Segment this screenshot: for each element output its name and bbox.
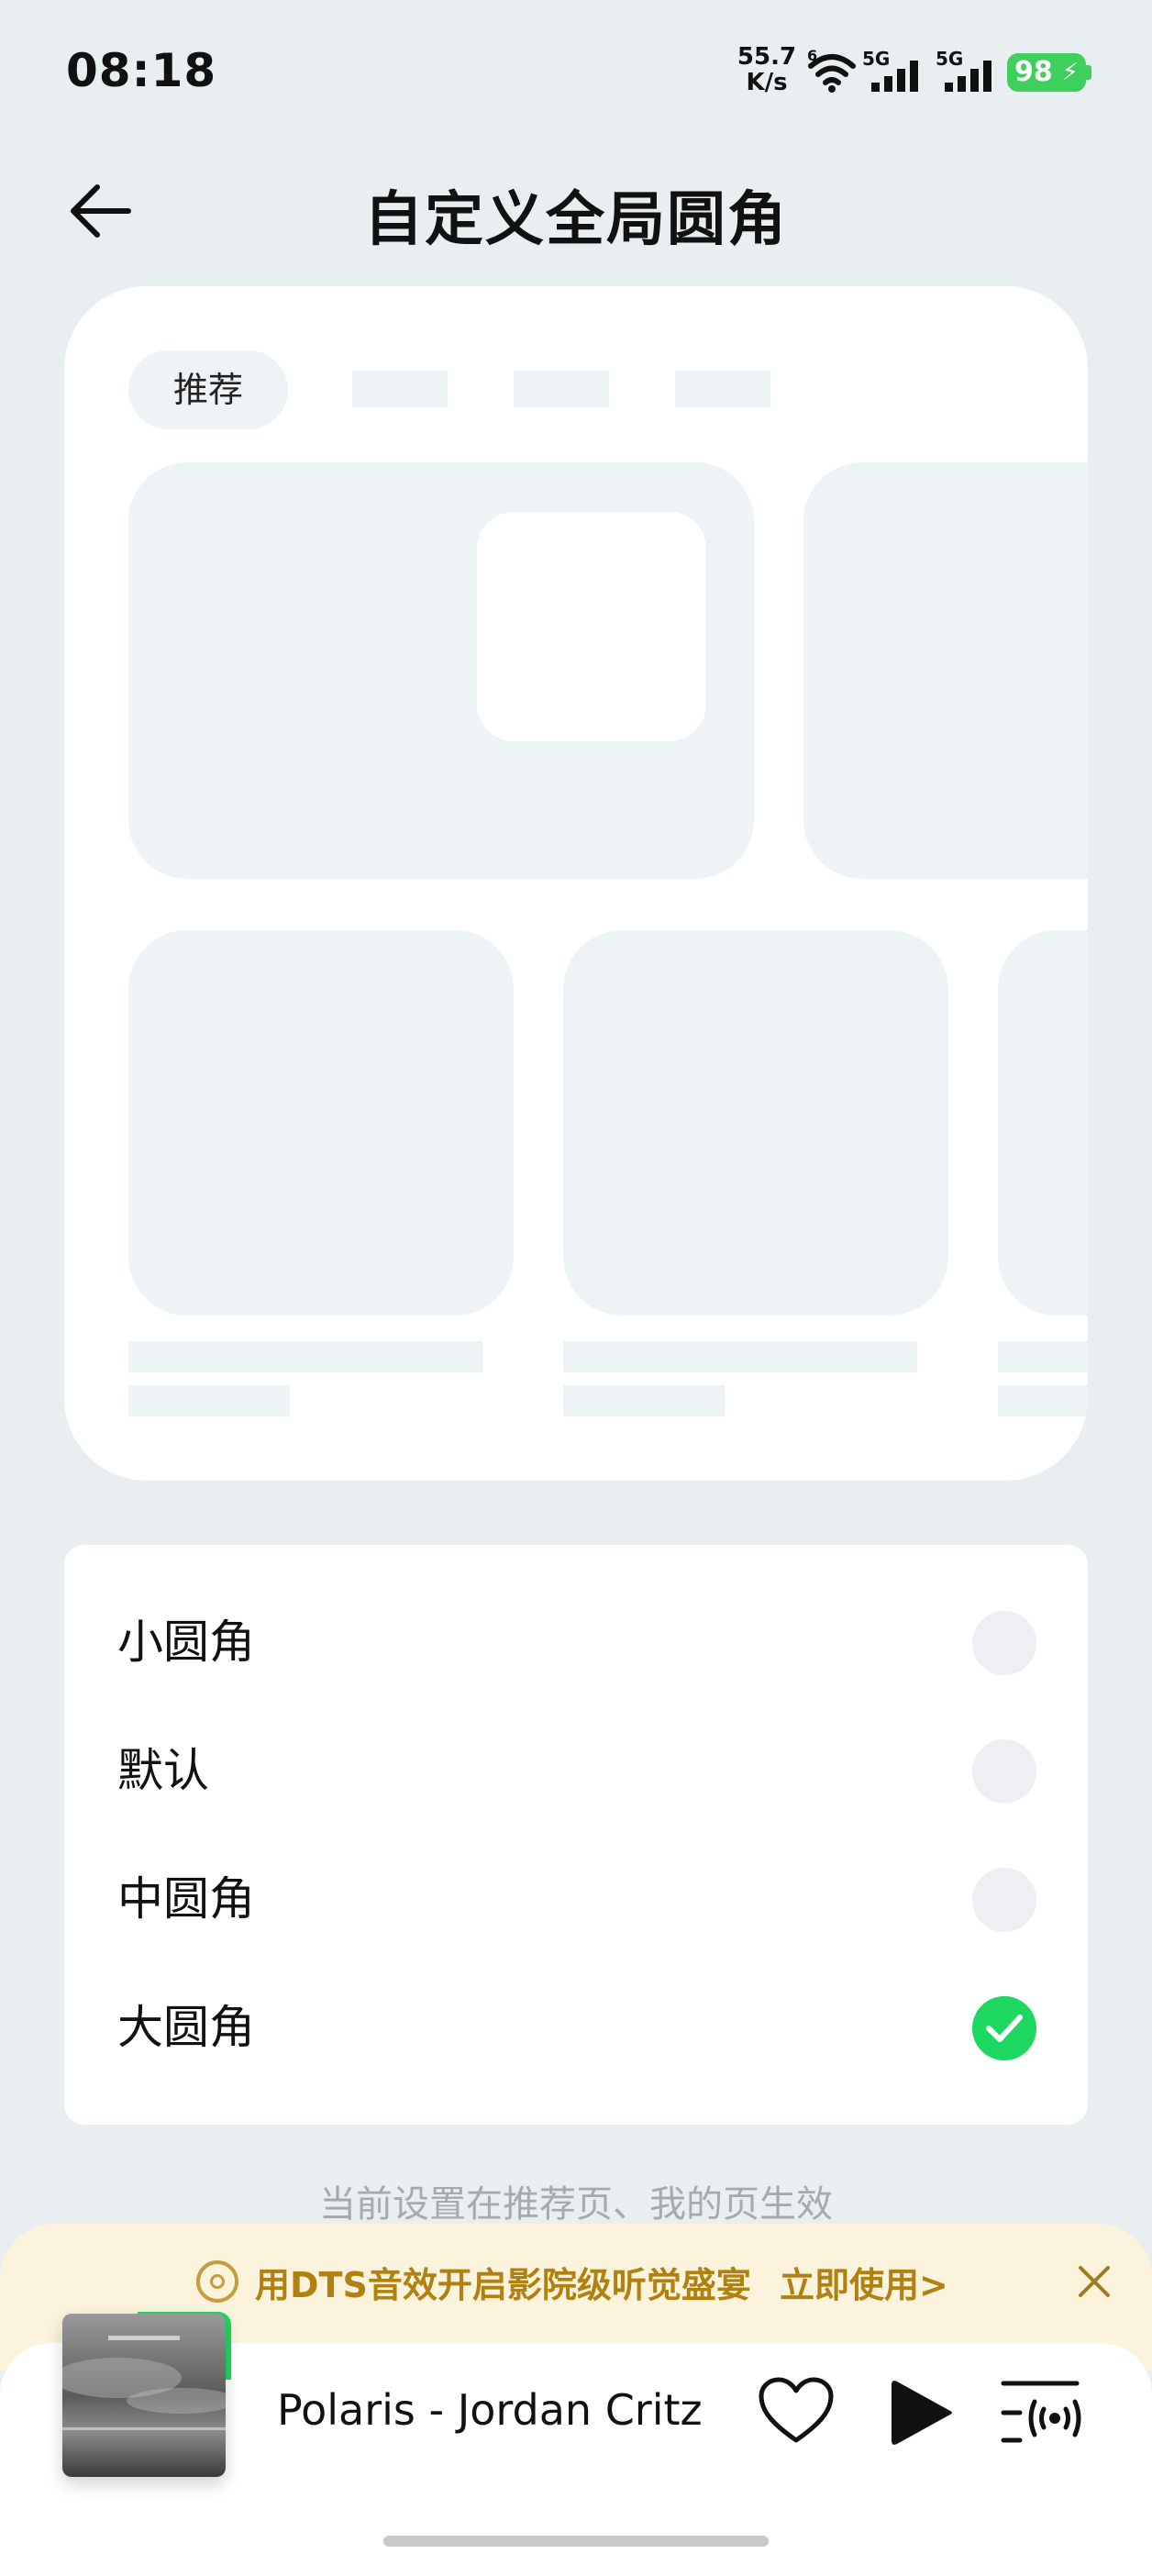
- album-cover-image: [62, 2314, 226, 2477]
- option-medium-radius[interactable]: 中圆角: [64, 1835, 1088, 1963]
- option-small-radius[interactable]: 小圆角: [64, 1578, 1088, 1706]
- network-speed-unit: K/s: [746, 69, 788, 96]
- option-label: 中圆角: [117, 1872, 255, 1926]
- preview-text-line: [998, 1385, 1088, 1416]
- playlist-icon[interactable]: [998, 2378, 1082, 2448]
- radio-unselected-icon[interactable]: [972, 1739, 1036, 1804]
- signal-sim1-icon: 5G: [862, 48, 930, 92]
- page-title: 自定义全局圆角: [364, 186, 788, 254]
- option-default[interactable]: 默认: [64, 1706, 1088, 1835]
- battery-level: 98: [1014, 56, 1053, 88]
- option-label: 默认: [117, 1744, 209, 1797]
- radio-unselected-icon[interactable]: [972, 1868, 1036, 1932]
- battery-indicator: 98 ⚡: [1007, 53, 1086, 92]
- corner-radius-options: 小圆角 默认 中圆角 大圆角: [64, 1545, 1088, 2125]
- preview-banner-card: [128, 462, 754, 879]
- preview-text-line: [998, 1341, 1088, 1372]
- preview-tab-recommend: 推荐: [128, 350, 288, 429]
- preview-tab-placeholder: [514, 371, 609, 407]
- status-bar: 08:18 55.7 K/s 6 5G 5G 98 ⚡: [0, 0, 1152, 138]
- radio-checked-icon[interactable]: [972, 1996, 1036, 2060]
- option-label: 小圆角: [117, 1616, 255, 1669]
- network-speed-value: 55.7: [737, 43, 797, 71]
- wifi-icon: 6: [807, 47, 856, 93]
- corner-radius-preview: 推荐: [64, 286, 1088, 1481]
- heart-icon[interactable]: [758, 2376, 835, 2446]
- preview-playlist-card: [998, 930, 1088, 1316]
- dts-use-now-link[interactable]: 立即使用>: [780, 2257, 948, 2307]
- preview-tab-placeholder: [675, 371, 770, 407]
- preview-text-line: [128, 1341, 482, 1372]
- charging-icon: ⚡: [1061, 59, 1079, 86]
- battery-tip: [1086, 65, 1091, 80]
- preview-banner-card: [803, 462, 1088, 879]
- option-label: 大圆角: [117, 2001, 255, 2054]
- album-art[interactable]: [62, 2314, 226, 2477]
- preview-text-line: [563, 1385, 725, 1416]
- play-icon[interactable]: [884, 2376, 958, 2449]
- dts-logo-icon: [196, 2260, 238, 2303]
- clock: 08:18: [66, 44, 217, 97]
- dts-promo-text: 用DTS音效开启影院级听觉盛宴: [255, 2265, 751, 2305]
- option-large-radius[interactable]: 大圆角: [64, 1963, 1088, 2092]
- preview-playlist-card: [128, 930, 514, 1316]
- checkmark-icon: [986, 2015, 1023, 2042]
- now-playing-title[interactable]: Polaris - Jordan Critz: [277, 2385, 703, 2435]
- close-icon[interactable]: [1073, 2260, 1115, 2303]
- effect-scope-hint: 当前设置在推荐页、我的页生效: [319, 2183, 833, 2226]
- signal-sim2-icon: 5G: [936, 48, 1003, 92]
- preview-text-line: [128, 1385, 290, 1416]
- preview-playlist-card: [563, 930, 948, 1316]
- network-speed: 55.7 K/s: [734, 44, 800, 95]
- home-indicator[interactable]: [383, 2536, 769, 2547]
- preview-banner-thumbnail: [477, 512, 706, 741]
- preview-text-line: [563, 1341, 917, 1372]
- preview-tab-placeholder: [352, 371, 448, 407]
- radio-unselected-icon[interactable]: [972, 1611, 1036, 1675]
